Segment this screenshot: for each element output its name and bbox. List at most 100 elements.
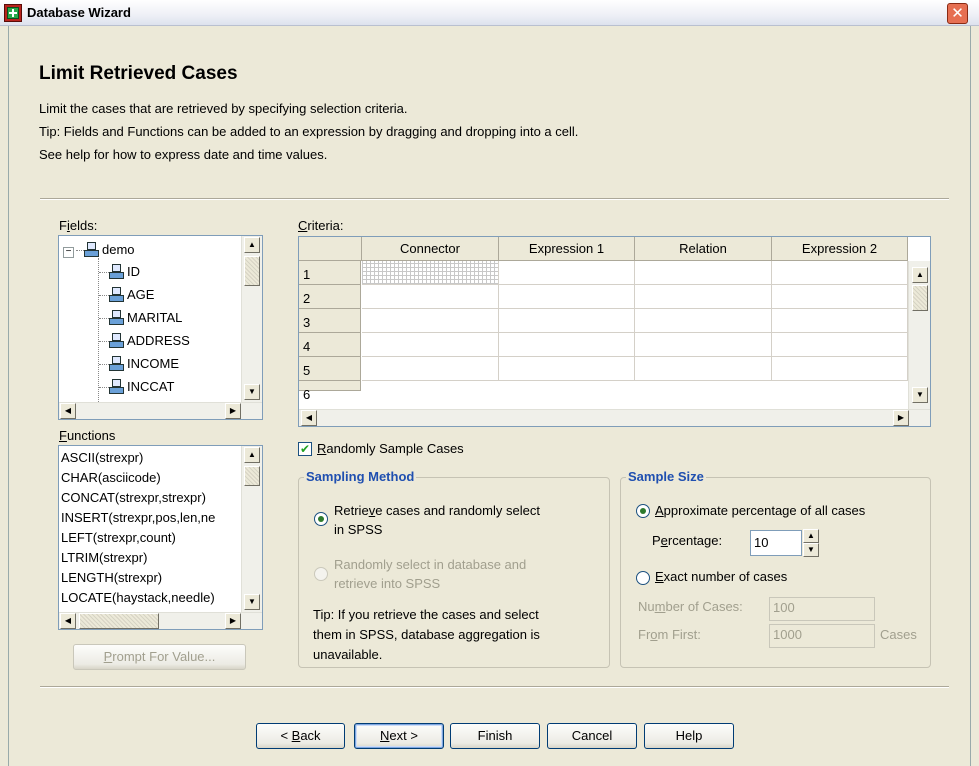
field-item[interactable]: ADDRESS [99,333,190,355]
next-button[interactable]: Next > [354,723,444,749]
scroll-up-icon[interactable]: ▲ [244,237,260,253]
fields-label: Fields: [59,218,98,233]
sampling-tip-line-1: Tip: If you retrieve the cases and selec… [313,607,539,622]
scroll-down-icon[interactable]: ▼ [244,384,260,400]
retrieve-then-select-label-2: in SPSS [334,522,383,537]
scroll-right-icon[interactable]: ▶ [893,410,909,426]
spinner-up-icon[interactable]: ▲ [803,529,819,543]
fields-vscrollbar[interactable]: ▲ ▼ [241,236,262,402]
grid-cell[interactable] [499,357,635,381]
retrieve-then-select-label[interactable]: Retrieve cases and randomly select [334,503,540,518]
select-in-database-radio[interactable] [314,567,328,581]
field-item[interactable]: INCOME [99,356,179,378]
grid-cell[interactable] [635,285,772,309]
scroll-thumb[interactable] [912,285,928,311]
functions-hscrollbar[interactable]: ◀ ▶ [59,612,262,629]
grid-cell[interactable] [499,261,635,285]
function-item[interactable]: ASCII(strexpr) [61,450,143,470]
connector-cell-selected[interactable] [362,261,499,285]
spinner-down-icon[interactable]: ▼ [803,543,819,557]
grid-cell[interactable] [362,357,499,381]
column-header[interactable]: Connector [362,237,499,261]
functions-list[interactable]: ASCII(strexpr) CHAR(asciicode) CONCAT(st… [58,445,263,630]
field-item[interactable]: ID [99,264,140,286]
grid-cell[interactable] [772,333,908,357]
fields-hscrollbar[interactable]: ◀ ▶ [59,402,262,419]
grid-cell[interactable] [499,285,635,309]
scroll-left-icon[interactable]: ◀ [60,613,76,629]
field-item[interactable]: MARITAL [99,310,182,332]
grid-cell[interactable] [772,309,908,333]
percentage-label: Percentage: [652,533,723,548]
function-item[interactable]: LENGTH(strexpr) [61,570,162,590]
scroll-thumb[interactable] [244,466,260,486]
close-button[interactable]: ✕ [947,3,968,24]
description-line-3: See help for how to express date and tim… [39,147,328,162]
approx-percentage-label[interactable]: Approximate percentage of all cases [655,503,865,518]
retrieve-then-select-radio[interactable] [314,512,328,526]
functions-vscrollbar[interactable]: ▲ ▼ [241,446,262,612]
grid-cell[interactable] [499,333,635,357]
help-button[interactable]: Help [644,723,734,749]
fields-tree[interactable]: − demo ID AGE MARITAL ADDRESS INCOME INCC… [58,235,263,420]
prompt-for-value-button[interactable]: Prompt For Value... [73,644,246,670]
grid-cell[interactable] [635,309,772,333]
scroll-left-icon[interactable]: ◀ [60,403,76,419]
scroll-right-icon[interactable]: ▶ [225,613,241,629]
grid-cell[interactable] [362,333,499,357]
function-item[interactable]: LEFT(strexpr,count) [61,530,176,550]
function-item[interactable]: CHAR(asciicode) [61,470,161,490]
row-header: 5 [299,357,361,381]
grid-cell[interactable] [635,333,772,357]
collapse-icon[interactable]: − [63,247,74,258]
exact-number-radio[interactable] [636,571,650,585]
percentage-input[interactable]: 10 [750,530,802,556]
grid-cell[interactable] [772,285,908,309]
field-icon [109,287,124,302]
function-item[interactable]: LOCATE(haystack,needle) [61,590,215,610]
database-wizard-window: Database Wizard ✕ Limit Retrieved Cases … [0,0,979,766]
finish-button[interactable]: Finish [450,723,540,749]
exact-number-label[interactable]: Exact number of cases [655,569,787,584]
grid-cell[interactable] [772,261,908,285]
scroll-thumb[interactable] [79,613,159,629]
column-header[interactable]: Expression 1 [499,237,635,261]
grid-cell[interactable] [362,285,499,309]
approx-percentage-radio[interactable] [636,504,650,518]
grid-cell[interactable] [499,309,635,333]
grid-cell[interactable] [772,357,908,381]
from-first-input[interactable]: 1000 [769,624,875,648]
scroll-left-icon[interactable]: ◀ [301,410,317,426]
random-sample-label[interactable]: Randomly Sample Cases [317,441,464,456]
function-item[interactable]: LTRIM(strexpr) [61,550,147,570]
column-header[interactable]: Relation [635,237,772,261]
criteria-grid[interactable]: Connector Expression 1 Relation Expressi… [298,236,931,427]
scroll-down-icon[interactable]: ▼ [244,594,260,610]
column-header[interactable]: Expression 2 [772,237,908,261]
number-of-cases-input[interactable]: 100 [769,597,875,621]
function-item[interactable]: INSERT(strexpr,pos,len,ne [61,510,215,530]
grid-corner [299,237,362,261]
criteria-vscrollbar[interactable]: ▲ ▼ [908,261,930,409]
scroll-up-icon[interactable]: ▲ [244,447,260,463]
scroll-up-icon[interactable]: ▲ [912,267,928,283]
cancel-button[interactable]: Cancel [547,723,637,749]
grid-cell[interactable] [635,357,772,381]
functions-label: Functions [59,428,116,443]
field-item[interactable]: AGE [99,287,154,309]
select-in-database-label-2: retrieve into SPSS [334,576,441,591]
back-button[interactable]: < Back [256,723,345,749]
row-header: 2 [299,285,361,309]
number-of-cases-label: Number of Cases: [638,599,743,614]
scroll-right-icon[interactable]: ▶ [225,403,241,419]
sampling-tip-line-2: them in SPSS, database aggregation is [313,627,540,642]
scroll-down-icon[interactable]: ▼ [912,387,928,403]
criteria-hscrollbar[interactable]: ◀ ▶ [299,409,930,426]
grid-cell[interactable] [362,309,499,333]
random-sample-checkbox[interactable]: ✔ [298,442,312,456]
grid-cell[interactable] [635,261,772,285]
sampling-tip-line-3: unavailable. [313,647,383,662]
function-item[interactable]: CONCAT(strexpr,strexpr) [61,490,206,510]
scroll-thumb[interactable] [244,256,260,286]
field-item[interactable]: INCCAT [99,379,174,401]
